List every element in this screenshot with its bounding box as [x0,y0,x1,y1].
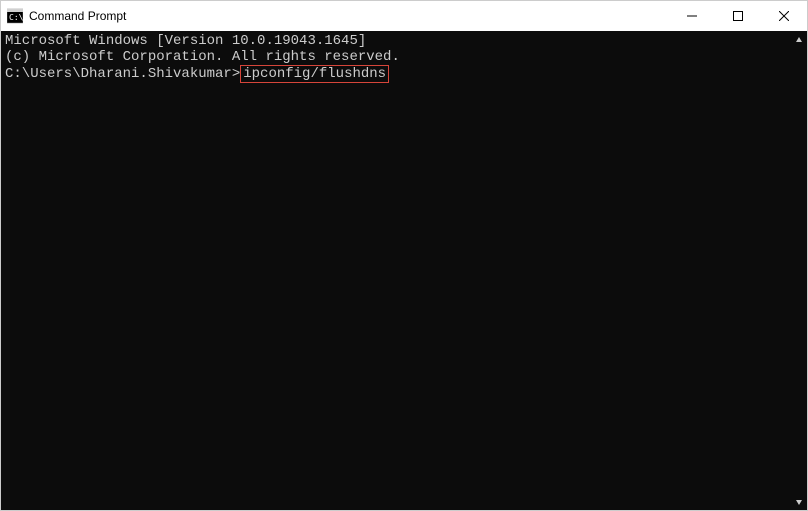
app-icon: C:\ [7,8,23,24]
maximize-button[interactable] [715,1,761,31]
title-bar[interactable]: C:\ Command Prompt [1,1,807,31]
version-line: Microsoft Windows [Version 10.0.19043.16… [5,33,786,49]
typed-command: ipconfig/flushdns [243,66,386,82]
close-button[interactable] [761,1,807,31]
minimize-button[interactable] [669,1,715,31]
window-controls [669,1,807,31]
scroll-down-arrow-icon[interactable] [790,493,807,510]
scroll-up-arrow-icon[interactable] [790,31,807,48]
prompt-path: C:\Users\Dharani.Shivakumar> [5,66,240,82]
window-title: Command Prompt [29,9,126,23]
command-highlight: ipconfig/flushdns [240,65,389,83]
command-prompt-window: C:\ Command Prompt Microsoft Windows [Ve… [0,0,808,511]
scroll-thumb[interactable] [791,48,806,88]
svg-text:C:\: C:\ [9,13,23,22]
terminal-output[interactable]: Microsoft Windows [Version 10.0.19043.16… [1,31,790,510]
copyright-line: (c) Microsoft Corporation. All rights re… [5,49,786,65]
vertical-scrollbar[interactable] [790,31,807,510]
client-area: Microsoft Windows [Version 10.0.19043.16… [1,31,807,510]
prompt-line: C:\Users\Dharani.Shivakumar>ipconfig/flu… [5,65,786,83]
